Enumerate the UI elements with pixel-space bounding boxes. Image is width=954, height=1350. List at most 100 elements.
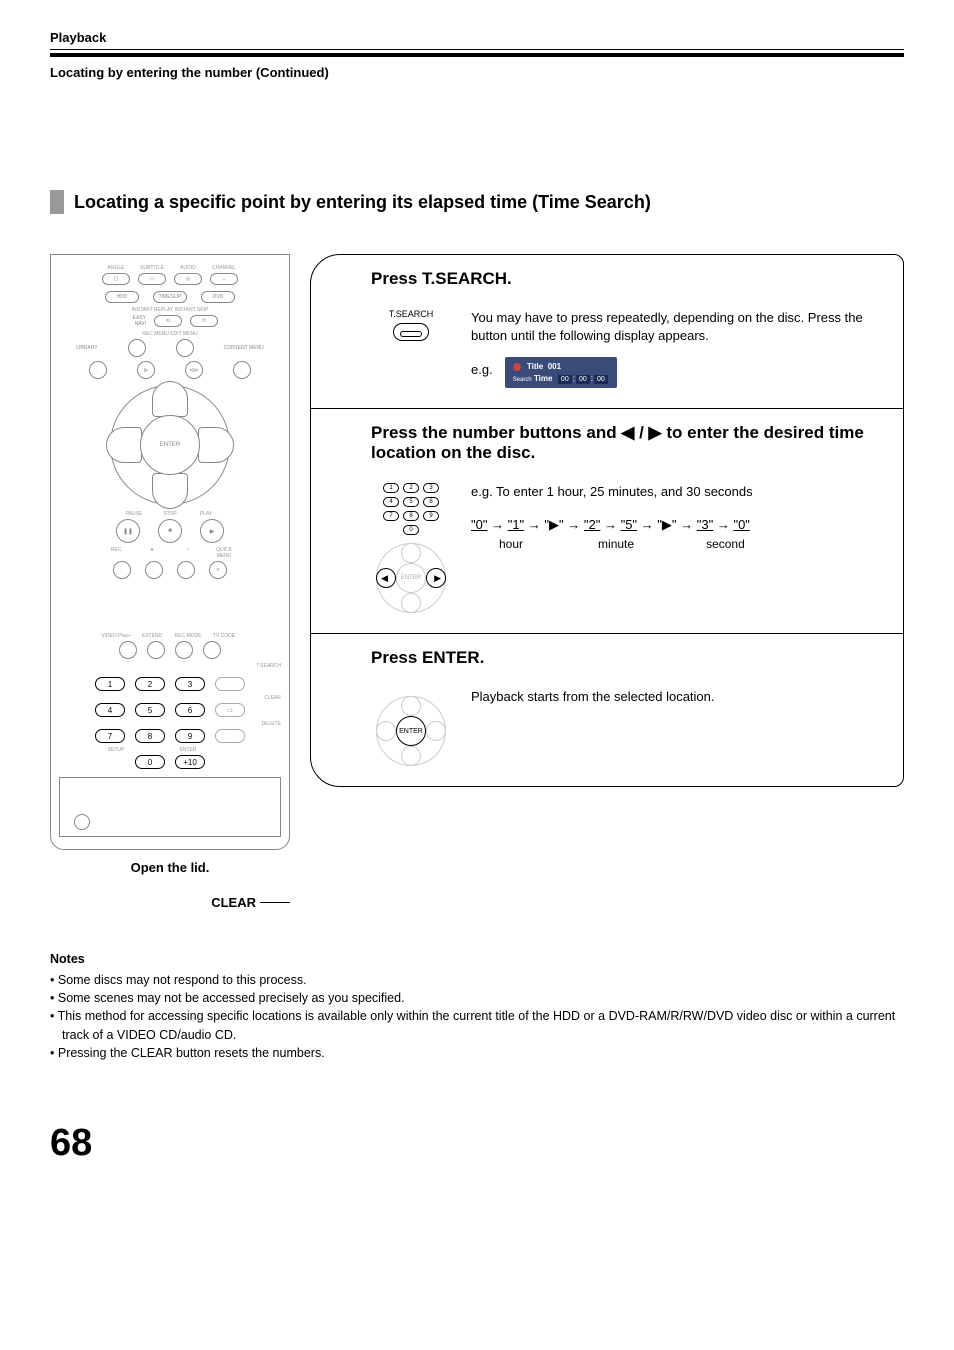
notes-heading: Notes — [50, 950, 904, 968]
num-3[interactable]: 3 — [175, 677, 205, 691]
note-item: This method for accessing specific locat… — [50, 1007, 904, 1043]
notes-section: Notes Some discs may not respond to this… — [50, 950, 904, 1062]
left-arrow-icon: ◀ — [381, 573, 388, 584]
main-heading-row: Locating a specific point by entering it… — [50, 190, 904, 214]
hdd-button[interactable]: HDD — [105, 291, 139, 303]
step-1-title: Press T.SEARCH. — [371, 269, 873, 289]
angle-button[interactable]: ▢ — [102, 273, 130, 285]
instant-label: INSTANT REPLAY INSTANT SKIP — [59, 307, 281, 313]
step-1-icon: T.SEARCH — [371, 309, 451, 341]
extend-button[interactable] — [147, 641, 165, 659]
num-4[interactable]: 4 — [95, 703, 125, 717]
clear-label: CLEAR — [59, 695, 281, 701]
heading-accent — [50, 190, 64, 214]
remote-body: ANGLESUBTITLEAUDIOCHANNEL ▢ ▭ ◎ ⌄ HDD TI… — [50, 254, 290, 850]
dpad-left[interactable] — [106, 427, 142, 463]
step-2: Press the number buttons and ◀ / ▶ to en… — [311, 408, 903, 633]
tsearch-label: T.SEARCH — [59, 663, 281, 669]
num-1[interactable]: 1 — [95, 677, 125, 691]
right-arrow-icon: ▶ — [434, 573, 441, 584]
note-item: Some scenes may not be accessed precisel… — [50, 989, 904, 1007]
tvcode-button[interactable] — [203, 641, 221, 659]
open-lid-label: Open the lid. — [50, 860, 290, 875]
remote-top-buttons: ▢ ▭ ◎ ⌄ — [59, 273, 281, 285]
num-0[interactable]: 0 — [135, 755, 165, 769]
content-menu-button[interactable] — [233, 361, 251, 379]
num-5[interactable]: 5 — [135, 703, 165, 717]
recmode-button[interactable] — [175, 641, 193, 659]
play-button[interactable]: ▶ — [200, 519, 224, 543]
content-row: ANGLESUBTITLEAUDIOCHANNEL ▢ ▭ ◎ ⌄ HDD TI… — [50, 254, 904, 910]
plus10-button[interactable]: +10 — [175, 755, 205, 769]
num-8[interactable]: 8 — [135, 729, 165, 743]
edit-menu-button[interactable] — [176, 339, 194, 357]
transport-labels: PAUSESTOPPLAY — [59, 511, 281, 517]
channel-button[interactable]: ⌄ — [210, 273, 238, 285]
enter-dpad-icon: ENTER — [376, 696, 446, 766]
audio-button[interactable]: ◎ — [174, 273, 202, 285]
remote-lib-row: LIBRARY CONTENT MENU — [59, 339, 281, 357]
step-1-text: You may have to press repeatedly, depend… — [471, 309, 873, 388]
rule-thin — [50, 49, 904, 50]
step-3-text: Playback starts from the selected locati… — [471, 688, 715, 706]
notes-list: Some discs may not respond to this proce… — [50, 971, 904, 1062]
skip-button[interactable]: ⊲⊳ — [185, 361, 203, 379]
remote-dpad: ENTER — [110, 385, 230, 505]
remote-top-labels: ANGLESUBTITLEAUDIOCHANNEL — [59, 265, 281, 271]
remote-navi-row: EASY NAVI ⟲ ⟳ — [59, 315, 281, 327]
delete-label: DELETE — [59, 721, 281, 727]
dvd-button[interactable]: DVD — [201, 291, 235, 303]
osd-display: Title 001 Search Time 00:00:00 — [505, 357, 617, 388]
rec-button[interactable] — [113, 561, 131, 579]
note-item: Some discs may not respond to this proce… — [50, 971, 904, 989]
stop-button[interactable]: ■ — [158, 519, 182, 543]
dpad-down[interactable] — [152, 473, 188, 509]
step-3: Press ENTER. ENTER Playback starts from … — [311, 633, 903, 786]
step-3-icon: ENTER — [371, 688, 451, 766]
clear-callout: CLEAR — [50, 895, 290, 910]
step-2-title: Press the number buttons and ◀ / ▶ to en… — [371, 423, 873, 463]
clear-button[interactable]: ⇨ — [215, 703, 245, 717]
step-2-labels: hour minute second — [471, 536, 753, 553]
rec-edit-label: REC MENU EDIT MENU — [59, 331, 281, 337]
note-item: Pressing the CLEAR button resets the num… — [50, 1044, 904, 1062]
page-number: 68 — [50, 1122, 904, 1165]
mini-numpad-icon: 123 456 789 0 — [383, 483, 439, 535]
instant-replay-button[interactable]: ⟲ — [154, 315, 182, 327]
marker-button[interactable] — [177, 561, 195, 579]
delete-button[interactable] — [215, 729, 245, 743]
num-2[interactable]: 2 — [135, 677, 165, 691]
header-section: Playback — [50, 30, 904, 45]
library-button[interactable] — [89, 361, 107, 379]
star-button[interactable] — [145, 561, 163, 579]
slow-button[interactable]: ⊳ — [137, 361, 155, 379]
transport-row: ❚❚ ■ ▶ — [59, 519, 281, 543]
num-6[interactable]: 6 — [175, 703, 205, 717]
subtitle-button[interactable]: ▭ — [138, 273, 166, 285]
vid-labels: VIDEO Plus+EXTENDREC MODETV CODE — [59, 633, 281, 639]
videoplus-button[interactable] — [119, 641, 137, 659]
dpad-right[interactable] — [198, 427, 234, 463]
mini-dpad-icon: ENTER ◀ ▶ — [376, 543, 446, 613]
vid-row — [59, 641, 281, 659]
pause-button[interactable]: ❚❚ — [116, 519, 140, 543]
rec-menu-button[interactable] — [128, 339, 146, 357]
num-9[interactable]: 9 — [175, 729, 205, 743]
timeslip-button[interactable]: TIMESLIP — [153, 291, 187, 303]
remote-mode-row: HDD TIMESLIP DVD — [59, 291, 281, 303]
rec-row: ⌕ — [59, 561, 281, 579]
dpad-up[interactable] — [152, 381, 188, 417]
step-2-sequence: "0" → "1" → "▶" → "2" → "5" → "▶" → "3" … — [471, 516, 753, 534]
step-2-icon: 123 456 789 0 ENTER ◀ ▶ — [371, 483, 451, 613]
tsearch-button[interactable] — [215, 677, 245, 691]
remote-lid — [59, 777, 281, 837]
rule-thick — [50, 53, 904, 57]
remote-column: ANGLESUBTITLEAUDIOCHANNEL ▢ ▭ ◎ ⌄ HDD TI… — [50, 254, 290, 910]
instant-skip-button[interactable]: ⟳ — [190, 315, 218, 327]
step-3-title: Press ENTER. — [371, 648, 873, 668]
quick-menu-button[interactable]: ⌕ — [209, 561, 227, 579]
main-heading: Locating a specific point by entering it… — [74, 192, 651, 213]
dpad-enter[interactable]: ENTER — [140, 415, 200, 475]
numpad: 123 CLEAR 456⇨ DELETE 789 SETUPENTER 0+1… — [59, 677, 281, 769]
num-7[interactable]: 7 — [95, 729, 125, 743]
